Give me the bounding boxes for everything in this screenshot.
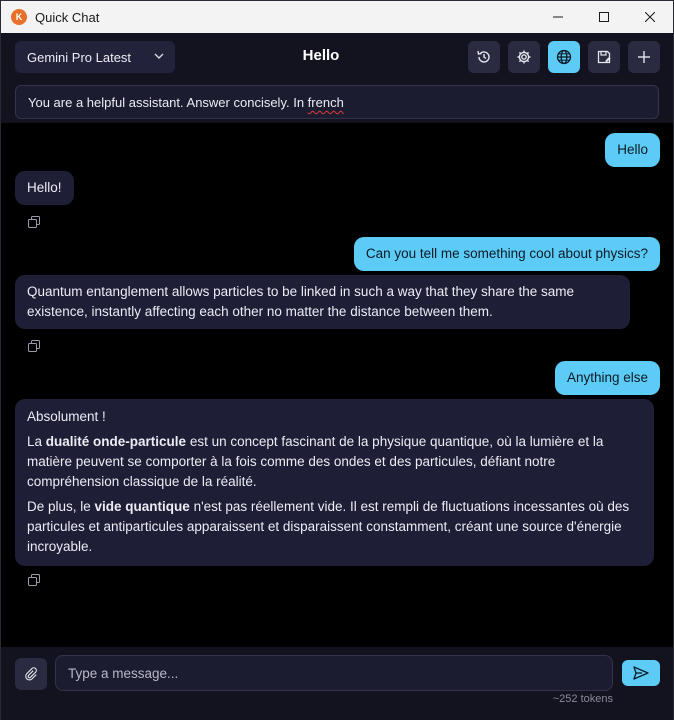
system-prompt-area: You are a helpful assistant. Answer conc… [1, 81, 673, 123]
maximize-button[interactable] [581, 1, 627, 33]
message-text: Hello! [27, 180, 62, 195]
globe-icon [556, 49, 572, 65]
close-button[interactable] [627, 1, 673, 33]
copy-icon[interactable] [28, 216, 40, 228]
minimize-icon [553, 16, 563, 18]
system-prompt-text: You are a helpful assistant. Answer conc… [28, 95, 308, 110]
quick-chat-window: K Quick Chat Gemini Pro Latest Hello You… [0, 0, 674, 720]
bold-term: vide quantique [94, 499, 190, 514]
chat-header: Gemini Pro Latest Hello [1, 33, 673, 81]
message-text: De plus, le [27, 499, 95, 514]
title-bar: K Quick Chat [1, 1, 673, 33]
assistant-message: Absolument ! La dualité onde-particule e… [15, 399, 654, 566]
app-logo-icon: K [11, 9, 27, 25]
system-prompt-field[interactable]: You are a helpful assistant. Answer conc… [15, 85, 659, 119]
history-button[interactable] [468, 41, 500, 73]
user-message: Can you tell me something cool about phy… [353, 237, 660, 271]
message-input[interactable] [55, 655, 613, 691]
chat-title: Hello [302, 47, 340, 64]
plus-icon [638, 51, 650, 63]
message-text: La [27, 434, 46, 449]
chevron-down-icon [154, 53, 164, 59]
composer: ~252 tokens [1, 647, 673, 720]
message-text: Anything else [566, 370, 648, 385]
message-text: Hello [617, 142, 648, 157]
user-message: Anything else [554, 361, 660, 395]
token-count: ~252 tokens [552, 693, 613, 705]
attach-button[interactable] [15, 658, 47, 690]
bold-term: dualité onde-particule [45, 434, 187, 449]
system-prompt-misspelled-word: french [307, 95, 344, 110]
new-chat-button[interactable] [628, 41, 660, 73]
message-paragraph: La dualité onde-particule est un concept… [27, 432, 642, 492]
send-button[interactable] [622, 660, 660, 686]
message-text: Absolument ! [27, 409, 106, 424]
message-paragraph: De plus, le vide quantique n'est pas rée… [27, 497, 642, 557]
maximize-icon [599, 12, 609, 22]
copy-icon[interactable] [28, 340, 40, 352]
message-paragraph: Absolument ! [27, 407, 642, 427]
settings-button[interactable] [508, 41, 540, 73]
message-text: Quantum entanglement allows particles to… [27, 284, 575, 319]
save-chat-button[interactable] [588, 41, 620, 73]
assistant-message: Hello! [15, 171, 74, 205]
window-controls [535, 1, 673, 33]
paperclip-icon [25, 667, 37, 681]
web-search-toggle[interactable] [548, 41, 580, 73]
window-title: Quick Chat [35, 9, 100, 25]
copy-icon[interactable] [28, 574, 40, 586]
assistant-message: Quantum entanglement allows particles to… [15, 275, 630, 329]
user-message: Hello [605, 133, 660, 167]
gear-icon [517, 50, 531, 64]
model-select-value: Gemini Pro Latest [27, 49, 132, 65]
message-list: Hello Hello! Can you tell me something c… [1, 123, 673, 647]
message-text: Can you tell me something cool about phy… [365, 246, 648, 261]
history-icon [477, 50, 490, 63]
model-select[interactable]: Gemini Pro Latest [15, 41, 175, 73]
minimize-button[interactable] [535, 1, 581, 33]
send-icon [633, 666, 649, 680]
save-icon [597, 50, 611, 64]
close-icon [645, 12, 655, 22]
